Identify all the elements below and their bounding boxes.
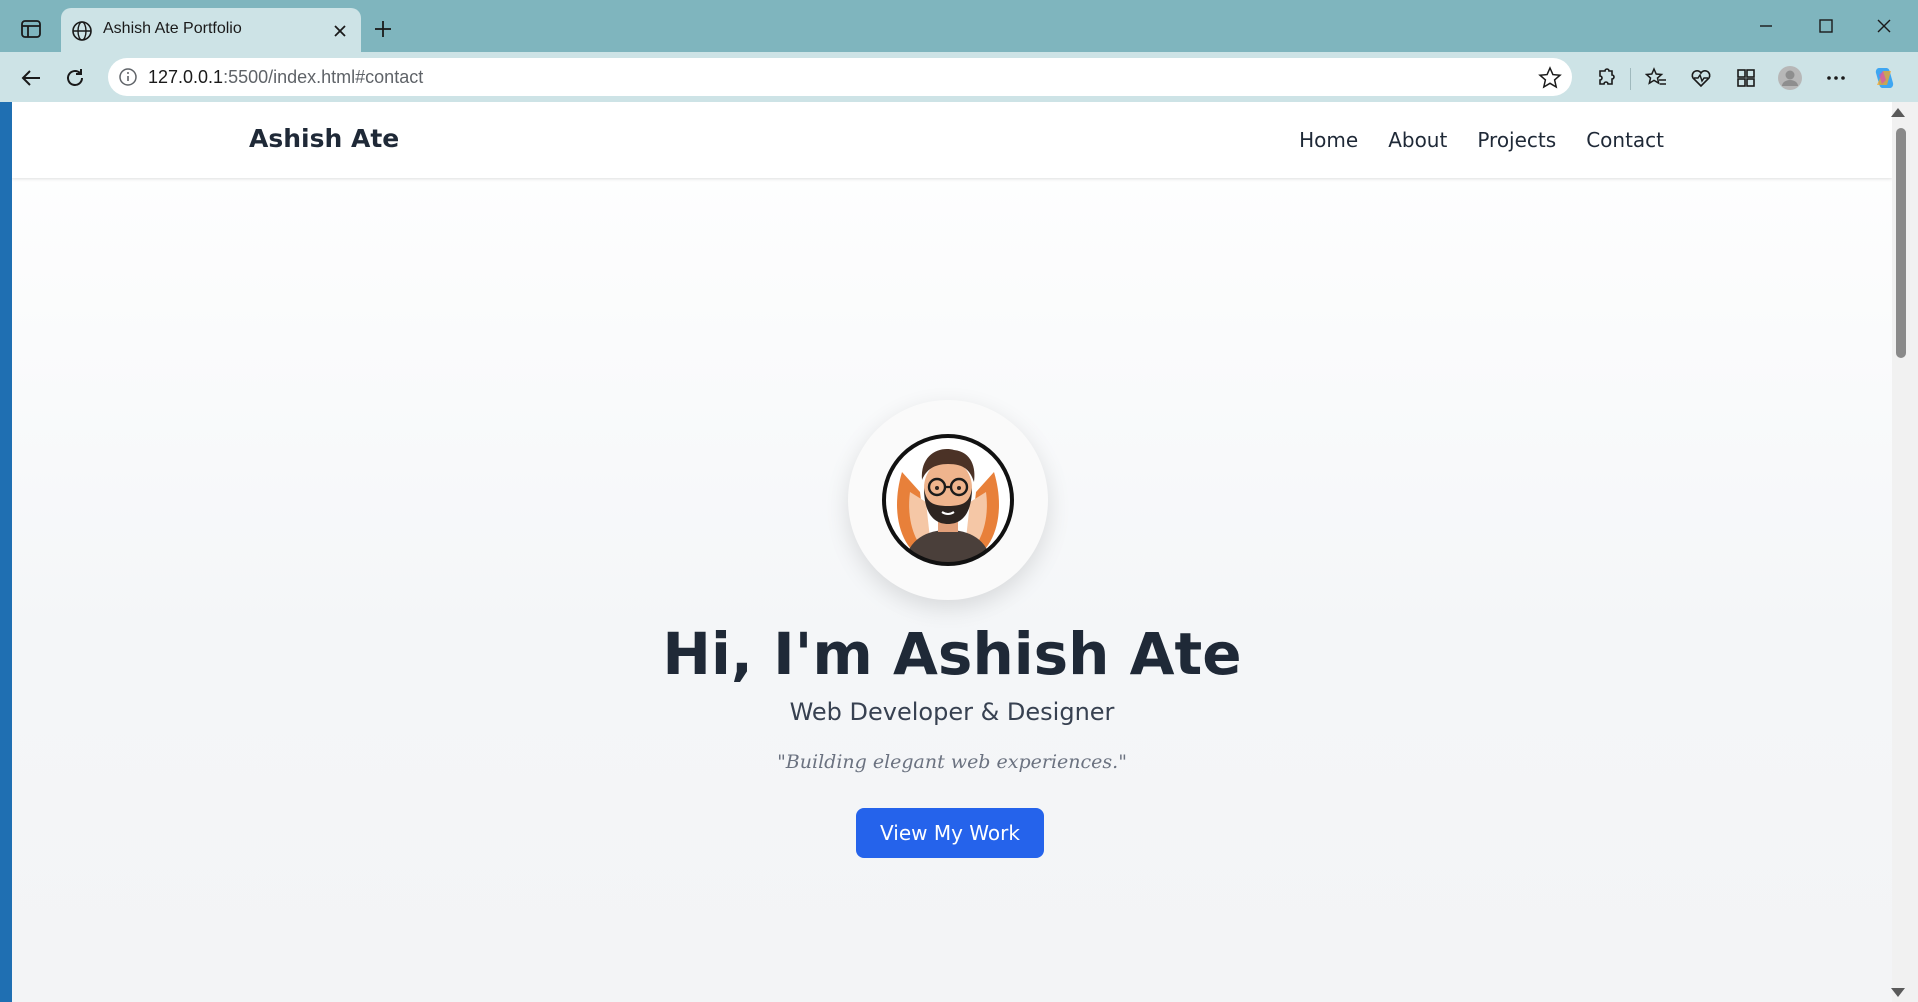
- scroll-down-arrow-icon[interactable]: [1891, 988, 1905, 997]
- site-brand[interactable]: Ashish Ate: [249, 124, 399, 153]
- url-host: 127.0.0.1: [148, 67, 224, 87]
- desktop-edge: [0, 102, 12, 1002]
- close-tab-icon[interactable]: [329, 20, 351, 42]
- browser-toolbar: 127.0.0.1:5500/index.html#contact: [0, 52, 1918, 102]
- view-my-work-button[interactable]: View My Work: [856, 808, 1044, 858]
- page-viewport: Ashish Ate Home About Projects Contact H…: [12, 102, 1892, 1002]
- browser-titlebar: Ashish Ate Portfolio: [0, 0, 1918, 52]
- globe-icon: [71, 20, 93, 42]
- toolbar-separator: [1630, 68, 1631, 90]
- copilot-icon[interactable]: [1871, 65, 1897, 91]
- nav-link-projects[interactable]: Projects: [1477, 128, 1556, 152]
- more-options-icon[interactable]: [1823, 65, 1849, 91]
- hero-subtitle: Web Developer & Designer: [789, 698, 1115, 726]
- url-path: :5500/index.html#contact: [223, 67, 424, 87]
- nav-link-contact[interactable]: Contact: [1586, 128, 1664, 152]
- avatar-frame: [848, 400, 1048, 600]
- extensions-icon[interactable]: [1593, 65, 1619, 91]
- browser-tab[interactable]: Ashish Ate Portfolio: [61, 8, 361, 52]
- reload-icon[interactable]: [60, 63, 90, 93]
- scrollbar-thumb[interactable]: [1896, 128, 1906, 358]
- address-bar[interactable]: 127.0.0.1:5500/index.html#contact: [108, 58, 1572, 96]
- new-tab-icon[interactable]: [370, 16, 396, 42]
- close-window-icon[interactable]: [1866, 12, 1902, 40]
- site-info-icon[interactable]: [118, 67, 138, 87]
- tab-title: Ashish Ate Portfolio: [103, 20, 242, 37]
- favorites-icon[interactable]: [1643, 65, 1669, 91]
- favorite-star-icon[interactable]: [1538, 66, 1562, 90]
- maximize-icon[interactable]: [1808, 12, 1844, 40]
- health-heart-icon[interactable]: [1688, 65, 1714, 91]
- collections-icon[interactable]: [1733, 65, 1759, 91]
- hero-quote: "Building elegant web experiences.": [777, 751, 1127, 773]
- hero-title: Hi, I'm Ashish Ate: [662, 620, 1242, 688]
- profile-avatar-icon[interactable]: [1777, 65, 1803, 91]
- back-icon[interactable]: [16, 63, 46, 93]
- site-nav: Home About Projects Contact: [1299, 128, 1664, 152]
- site-header: Ashish Ate Home About Projects Contact: [12, 102, 1892, 178]
- minimize-icon[interactable]: [1748, 12, 1784, 40]
- sidebar-toggle-icon[interactable]: [18, 16, 44, 42]
- scroll-up-arrow-icon[interactable]: [1891, 108, 1905, 117]
- nav-link-home[interactable]: Home: [1299, 128, 1358, 152]
- avatar: [882, 434, 1014, 566]
- url-text[interactable]: 127.0.0.1:5500/index.html#contact: [148, 67, 423, 88]
- nav-link-about[interactable]: About: [1388, 128, 1447, 152]
